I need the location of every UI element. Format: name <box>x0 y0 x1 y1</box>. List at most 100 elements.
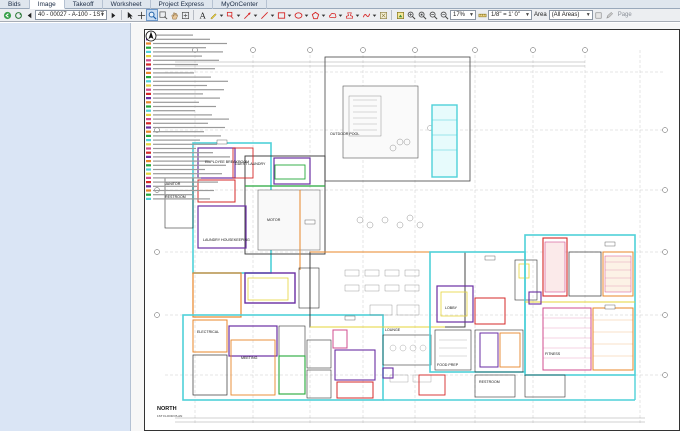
legend-swatch <box>146 71 151 74</box>
area-label: Area <box>534 12 547 18</box>
dropdown-arrow-icon[interactable] <box>287 10 292 20</box>
legend-text-line <box>153 38 210 40</box>
room-label: LAUNDRY HOUSEKEEPING <box>203 238 250 242</box>
legend-swatch <box>146 139 151 142</box>
legend-swatch <box>146 172 151 175</box>
tab-worksheet[interactable]: Worksheet <box>103 0 151 9</box>
fit-page-icon[interactable] <box>180 10 190 20</box>
rectangle-tool-icon[interactable] <box>276 10 286 20</box>
ruler-icon[interactable] <box>477 10 487 20</box>
dropdown-arrow-icon[interactable] <box>270 10 275 20</box>
room-label: FOOD PREP <box>437 363 459 367</box>
highlighter-icon[interactable] <box>208 10 218 20</box>
zoom-fit-icon[interactable] <box>417 10 427 20</box>
legend-swatch <box>146 55 151 58</box>
cloud-tool-icon[interactable] <box>327 10 337 20</box>
back-icon[interactable] <box>2 10 12 20</box>
dropdown-arrow-icon[interactable] <box>219 10 224 20</box>
legend-text-line <box>153 84 207 87</box>
svg-text:A: A <box>198 11 205 20</box>
legend-swatch <box>146 67 151 70</box>
area-settings-icon[interactable] <box>594 10 604 20</box>
legend-text-line <box>153 63 198 66</box>
tab-myoncenter[interactable]: MyOnCenter <box>213 0 267 9</box>
tab-project-express[interactable]: Project Express <box>151 0 214 9</box>
legend-swatch <box>146 122 151 125</box>
stamp-tool-icon[interactable] <box>344 10 354 20</box>
side-panel <box>0 23 131 431</box>
dropdown-arrow-icon[interactable] <box>372 10 377 20</box>
zoom-in-icon[interactable] <box>406 10 416 20</box>
legend-swatch <box>146 130 151 133</box>
next-page-icon[interactable] <box>108 10 118 20</box>
room-label: RESTROOM <box>479 380 500 384</box>
scale-select-value: 1/8" = 1' 0" <box>491 12 520 18</box>
legend-swatch <box>146 164 151 167</box>
dropdown-arrow-icon[interactable] <box>321 10 326 20</box>
dropdown-arrow-icon[interactable] <box>253 10 258 20</box>
zoom-window-icon[interactable] <box>158 10 168 20</box>
legend-text-line <box>153 143 217 145</box>
ellipse-tool-icon[interactable] <box>293 10 303 20</box>
drawing-sheet[interactable]: OUTDOOR POOL EMPLOYEE BREAKROOM GUEST LA… <box>144 29 680 431</box>
image-properties-icon[interactable] <box>395 10 405 20</box>
area-select-value: (All Areas) <box>551 12 580 18</box>
legend-text-line <box>153 177 201 179</box>
line-tool-icon[interactable] <box>259 10 269 20</box>
legend-text-line <box>153 97 220 99</box>
arrow-tool-icon[interactable] <box>242 10 252 20</box>
north-label: NORTH <box>157 406 177 412</box>
pan-hand-icon[interactable] <box>169 10 179 20</box>
legend-swatch <box>146 126 151 129</box>
legend-text-line <box>153 189 214 192</box>
legend-swatch <box>146 63 151 66</box>
legend-text-line <box>153 42 227 45</box>
legend-swatch <box>146 143 151 146</box>
dropdown-arrow-icon[interactable] <box>355 10 360 20</box>
room-label: MEETING <box>241 356 258 360</box>
legend-swatch <box>146 176 151 179</box>
hint-icon[interactable] <box>605 10 615 20</box>
zoom-tool-icon[interactable] <box>146 9 158 21</box>
tab-image[interactable]: Image <box>29 0 65 9</box>
image-canvas[interactable]: OUTDOOR POOL EMPLOYEE BREAKROOM GUEST LA… <box>131 23 680 431</box>
previous-page-icon[interactable] <box>24 10 34 20</box>
page-select[interactable]: 40 - 00027 - A-100 - 1ST ▼ <box>35 10 107 20</box>
refresh-icon[interactable] <box>13 10 23 20</box>
text-tool-icon[interactable]: A <box>197 10 207 20</box>
legend-swatch <box>146 151 151 154</box>
select-pointer-icon[interactable] <box>125 10 135 20</box>
zoom-select[interactable]: 17% ▼ <box>450 10 476 20</box>
legend-text-line <box>153 55 202 57</box>
hide-markups-icon[interactable] <box>378 10 388 20</box>
legend-text-line <box>153 59 219 61</box>
dropdown-arrow-icon[interactable] <box>236 10 241 20</box>
page-label: Page <box>617 12 632 18</box>
plan-title: 1ST FLOOR PLAN <box>157 414 183 418</box>
legend-swatch <box>146 168 151 171</box>
legend-swatch <box>146 105 151 108</box>
zoom-width-icon[interactable] <box>428 10 438 20</box>
dropdown-arrow-icon[interactable] <box>304 10 309 20</box>
polygon-tool-icon[interactable] <box>310 10 320 20</box>
legend-swatch <box>146 160 151 163</box>
area-select[interactable]: (All Areas) ▼ <box>548 10 593 20</box>
crosshair-icon[interactable] <box>136 10 146 20</box>
freehand-tool-icon[interactable] <box>361 10 371 20</box>
legend-text-line <box>153 76 211 78</box>
zoom-out-icon[interactable] <box>439 10 449 20</box>
legend-text-line <box>153 164 226 166</box>
room-label: FITNESS <box>545 352 561 356</box>
tab-bids[interactable]: Bids <box>0 0 30 9</box>
legend-text-line <box>153 122 208 124</box>
legend-swatch <box>146 193 151 196</box>
page-select-value: 40 - 00027 - A-100 - 1ST <box>38 12 105 18</box>
legend-swatch <box>146 181 151 184</box>
legend-swatch <box>146 97 151 100</box>
callout-icon[interactable] <box>225 10 235 20</box>
tab-takeoff[interactable]: Takeoff <box>65 0 103 9</box>
chevron-down-icon: ▼ <box>100 12 105 18</box>
dropdown-arrow-icon[interactable] <box>338 10 343 20</box>
scale-select[interactable]: 1/8" = 1' 0" ▼ <box>488 10 532 20</box>
legend-text-line <box>153 126 225 129</box>
